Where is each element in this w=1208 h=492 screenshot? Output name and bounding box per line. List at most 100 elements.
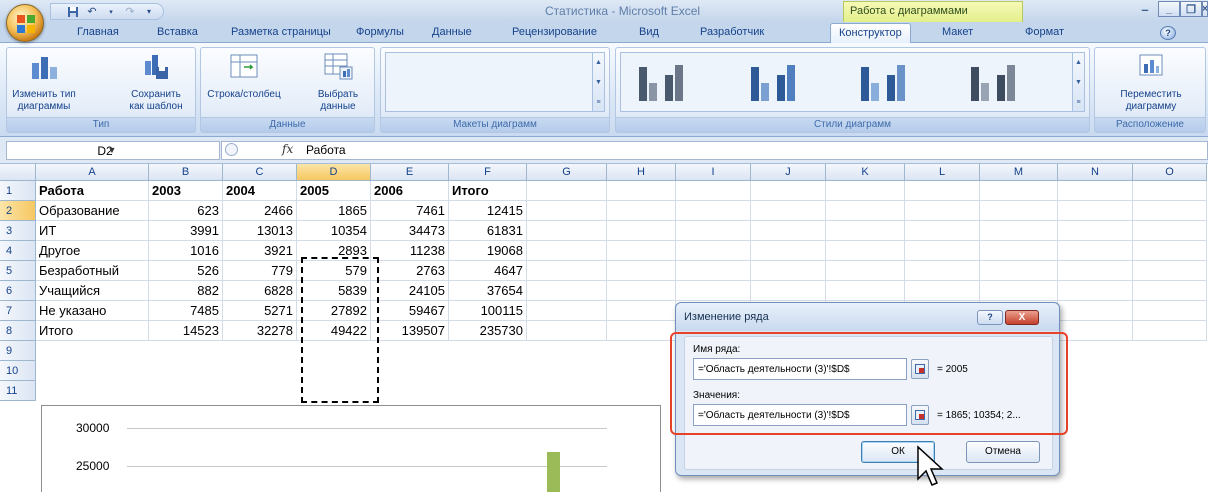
empty-cell[interactable] bbox=[1133, 281, 1207, 301]
table-header-cell[interactable]: 2004 bbox=[223, 181, 297, 201]
save-as-template-button[interactable]: Сохранить как шаблон bbox=[123, 51, 189, 113]
select-data-button[interactable]: Выбрать данные bbox=[307, 51, 369, 113]
empty-cell[interactable] bbox=[905, 201, 980, 221]
empty-cell[interactable] bbox=[527, 221, 607, 241]
empty-cell[interactable] bbox=[1133, 241, 1207, 261]
table-cell[interactable]: Безработный bbox=[36, 261, 149, 281]
empty-cell[interactable] bbox=[1133, 261, 1207, 281]
empty-cell[interactable] bbox=[1058, 181, 1133, 201]
row-header-7[interactable]: 7 bbox=[0, 301, 36, 321]
tab-layout[interactable]: Макет bbox=[942, 26, 973, 38]
table-cell[interactable]: Образование bbox=[36, 201, 149, 221]
column-header-i[interactable]: I bbox=[676, 164, 751, 181]
column-header-d[interactable]: D bbox=[297, 164, 371, 181]
empty-cell[interactable] bbox=[905, 241, 980, 261]
empty-cell[interactable] bbox=[905, 261, 980, 281]
switch-row-column-button[interactable]: Строка/столбец bbox=[205, 51, 283, 101]
empty-cell[interactable] bbox=[676, 181, 751, 201]
empty-cell[interactable] bbox=[1133, 321, 1207, 341]
empty-cell[interactable] bbox=[607, 201, 676, 221]
undo-dropdown-icon[interactable]: ▾ bbox=[103, 5, 119, 19]
table-cell[interactable]: 2893 bbox=[297, 241, 371, 261]
empty-cell[interactable] bbox=[980, 221, 1058, 241]
row-header-10[interactable]: 10 bbox=[0, 361, 36, 381]
table-cell[interactable]: 11238 bbox=[371, 241, 449, 261]
restore-icon[interactable]: ❐ bbox=[1180, 1, 1202, 17]
empty-cell[interactable] bbox=[980, 181, 1058, 201]
office-button[interactable] bbox=[6, 4, 44, 42]
empty-cell[interactable] bbox=[980, 281, 1058, 301]
table-cell[interactable]: Другое bbox=[36, 241, 149, 261]
table-cell[interactable]: 1016 bbox=[149, 241, 223, 261]
empty-cell[interactable] bbox=[1058, 201, 1133, 221]
cancel-button[interactable]: Отмена bbox=[966, 441, 1040, 463]
table-header-cell[interactable]: 2003 bbox=[149, 181, 223, 201]
empty-cell[interactable] bbox=[980, 241, 1058, 261]
empty-cell[interactable] bbox=[1058, 221, 1133, 241]
column-header-f[interactable]: F bbox=[449, 164, 527, 181]
table-cell[interactable]: 235730 bbox=[449, 321, 527, 341]
table-cell[interactable]: Итого bbox=[36, 321, 149, 341]
empty-cell[interactable] bbox=[980, 201, 1058, 221]
table-header-cell[interactable]: Работа bbox=[36, 181, 149, 201]
empty-cell[interactable] bbox=[751, 221, 826, 241]
column-header-g[interactable]: G bbox=[527, 164, 607, 181]
empty-cell[interactable] bbox=[607, 301, 676, 321]
series-values-collapse-button[interactable] bbox=[911, 405, 929, 425]
table-cell[interactable]: 5839 bbox=[297, 281, 371, 301]
table-cell[interactable]: 2466 bbox=[223, 201, 297, 221]
row-header-5[interactable]: 5 bbox=[0, 261, 36, 281]
dialog-help-button[interactable]: ? bbox=[977, 310, 1003, 325]
move-chart-button[interactable]: Переместить диаграмму bbox=[1099, 51, 1203, 113]
empty-cell[interactable] bbox=[676, 201, 751, 221]
empty-cell[interactable] bbox=[676, 281, 751, 301]
chart-styles-gallery[interactable]: ▲ ▼ ≡ bbox=[620, 52, 1085, 112]
column-header-m[interactable]: M bbox=[980, 164, 1058, 181]
chart-style-3[interactable] bbox=[857, 61, 911, 105]
empty-cell[interactable] bbox=[527, 281, 607, 301]
table-cell[interactable]: 526 bbox=[149, 261, 223, 281]
change-chart-type-button[interactable]: Изменить тип диаграммы bbox=[11, 51, 77, 113]
tab-developer[interactable]: Разработчик bbox=[700, 26, 764, 38]
empty-cell[interactable] bbox=[826, 201, 905, 221]
chart-bar[interactable] bbox=[547, 452, 560, 492]
empty-cell[interactable] bbox=[676, 221, 751, 241]
row-header-1[interactable]: 1 bbox=[0, 181, 36, 201]
tab-page-layout[interactable]: Разметка страницы bbox=[231, 26, 331, 38]
tab-review[interactable]: Рецензирование bbox=[512, 26, 597, 38]
chart-style-4[interactable] bbox=[967, 61, 1021, 105]
column-header-n[interactable]: N bbox=[1058, 164, 1133, 181]
table-header-cell[interactable]: Итого bbox=[449, 181, 527, 201]
series-values-field[interactable]: ='Область деятельности (3)'!$D$ bbox=[693, 404, 907, 426]
table-cell[interactable]: 7461 bbox=[371, 201, 449, 221]
table-cell[interactable]: 13013 bbox=[223, 221, 297, 241]
empty-cell[interactable] bbox=[607, 241, 676, 261]
empty-cell[interactable] bbox=[826, 221, 905, 241]
minimize-icon[interactable]: _ bbox=[1158, 1, 1180, 17]
empty-cell[interactable] bbox=[527, 301, 607, 321]
empty-cell[interactable] bbox=[527, 181, 607, 201]
table-cell[interactable]: Не указано bbox=[36, 301, 149, 321]
empty-cell[interactable] bbox=[1058, 301, 1133, 321]
tab-home[interactable]: Главная bbox=[77, 26, 119, 38]
row-header-8[interactable]: 8 bbox=[0, 321, 36, 341]
row-header-9[interactable]: 9 bbox=[0, 341, 36, 361]
table-header-cell[interactable]: 2005 bbox=[297, 181, 371, 201]
empty-cell[interactable] bbox=[751, 281, 826, 301]
empty-cell[interactable] bbox=[751, 181, 826, 201]
table-cell[interactable]: ИТ bbox=[36, 221, 149, 241]
tab-design[interactable]: Конструктор bbox=[830, 23, 911, 43]
empty-cell[interactable] bbox=[905, 281, 980, 301]
table-cell[interactable]: 12415 bbox=[449, 201, 527, 221]
empty-cell[interactable] bbox=[751, 201, 826, 221]
empty-cell[interactable] bbox=[1058, 281, 1133, 301]
empty-cell[interactable] bbox=[826, 241, 905, 261]
empty-cell[interactable] bbox=[527, 321, 607, 341]
table-cell[interactable]: 10354 bbox=[297, 221, 371, 241]
insert-function-icon[interactable]: fx bbox=[282, 142, 293, 156]
embedded-chart[interactable]: 30000 25000 bbox=[41, 405, 661, 492]
dialog-close-button[interactable]: X bbox=[1005, 310, 1039, 325]
empty-cell[interactable] bbox=[751, 241, 826, 261]
table-cell[interactable]: 1865 bbox=[297, 201, 371, 221]
series-name-field[interactable]: ='Область деятельности (3)'!$D$ bbox=[693, 358, 907, 380]
